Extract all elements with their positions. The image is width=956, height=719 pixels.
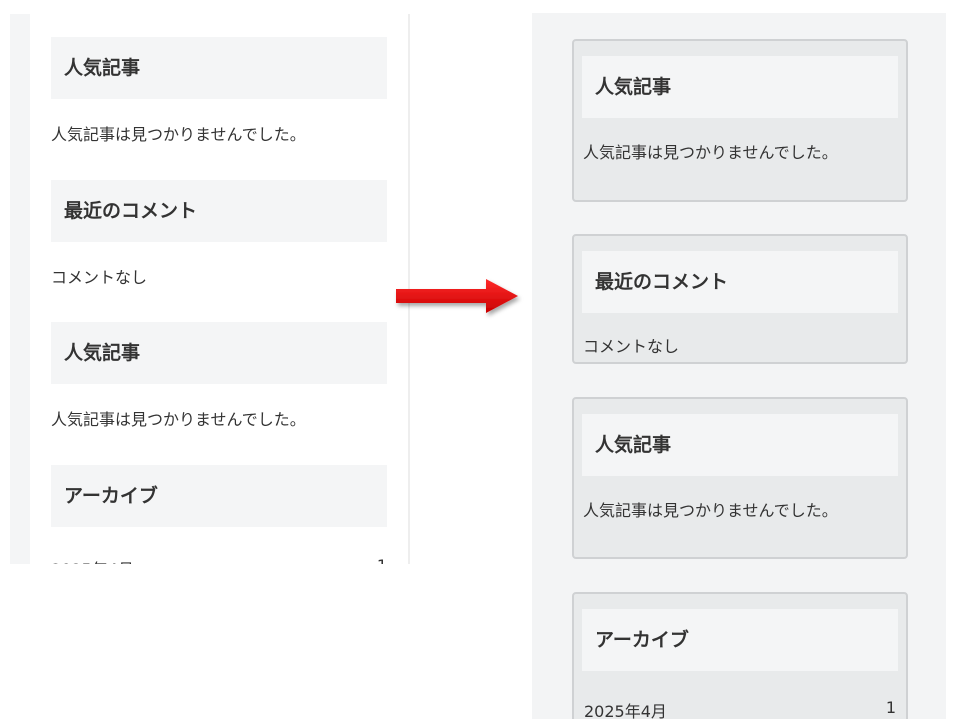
widget-title: 人気記事 (582, 414, 898, 476)
archive-month-link[interactable]: 2025年4月 (51, 556, 134, 564)
before-popular-posts-widget: 人気記事 人気記事は見つかりませんでした。 (51, 37, 387, 145)
widget-title: 最近のコメント (51, 180, 387, 242)
widget-title: 最近のコメント (582, 251, 898, 313)
archive-post-count: 1 (377, 556, 387, 564)
after-popular-posts-widget-2: 人気記事 人気記事は見つかりませんでした。 (572, 397, 908, 559)
widget-empty-text: 人気記事は見つかりませんでした。 (583, 501, 838, 520)
archive-list-item[interactable]: 2025年4月 1 (584, 698, 896, 719)
widget-empty-text: コメントなし (51, 268, 148, 287)
after-archive-widget: アーカイブ 2025年4月 1 (572, 592, 908, 719)
before-popular-posts-widget-2: 人気記事 人気記事は見つかりませんでした。 (51, 322, 387, 430)
right-arrow-icon (396, 279, 518, 313)
widget-title: 人気記事 (51, 322, 387, 384)
widget-empty-text: 人気記事は見つかりませんでした。 (51, 410, 306, 429)
widget-empty-text: 人気記事は見つかりませんでした。 (51, 125, 306, 144)
after-popular-posts-widget: 人気記事 人気記事は見つかりませんでした。 (572, 39, 908, 202)
widget-title: 人気記事 (582, 56, 898, 118)
after-recent-comments-widget: 最近のコメント コメントなし (572, 234, 908, 364)
before-sidebar-content: 人気記事 人気記事は見つかりませんでした。 最近のコメント コメントなし 人気記… (30, 14, 410, 564)
before-recent-comments-widget: 最近のコメント コメントなし (51, 180, 387, 288)
widget-empty-text: コメントなし (583, 337, 680, 356)
widget-title: アーカイブ (51, 465, 387, 527)
widget-empty-text: 人気記事は見つかりませんでした。 (583, 143, 838, 162)
archive-post-count: 1 (885, 698, 896, 717)
after-sidebar-panel: 人気記事 人気記事は見つかりませんでした。 最近のコメント コメントなし 人気記… (532, 13, 946, 719)
widget-title: アーカイブ (582, 609, 898, 671)
widget-title: 人気記事 (51, 37, 387, 99)
before-archive-widget: アーカイブ (51, 465, 387, 527)
archive-month-link[interactable]: 2025年4月 (584, 698, 667, 719)
before-sidebar-panel: 人気記事 人気記事は見つかりませんでした。 最近のコメント コメントなし 人気記… (10, 14, 410, 564)
archive-list-item[interactable]: 2025年4月 1 (51, 556, 387, 564)
